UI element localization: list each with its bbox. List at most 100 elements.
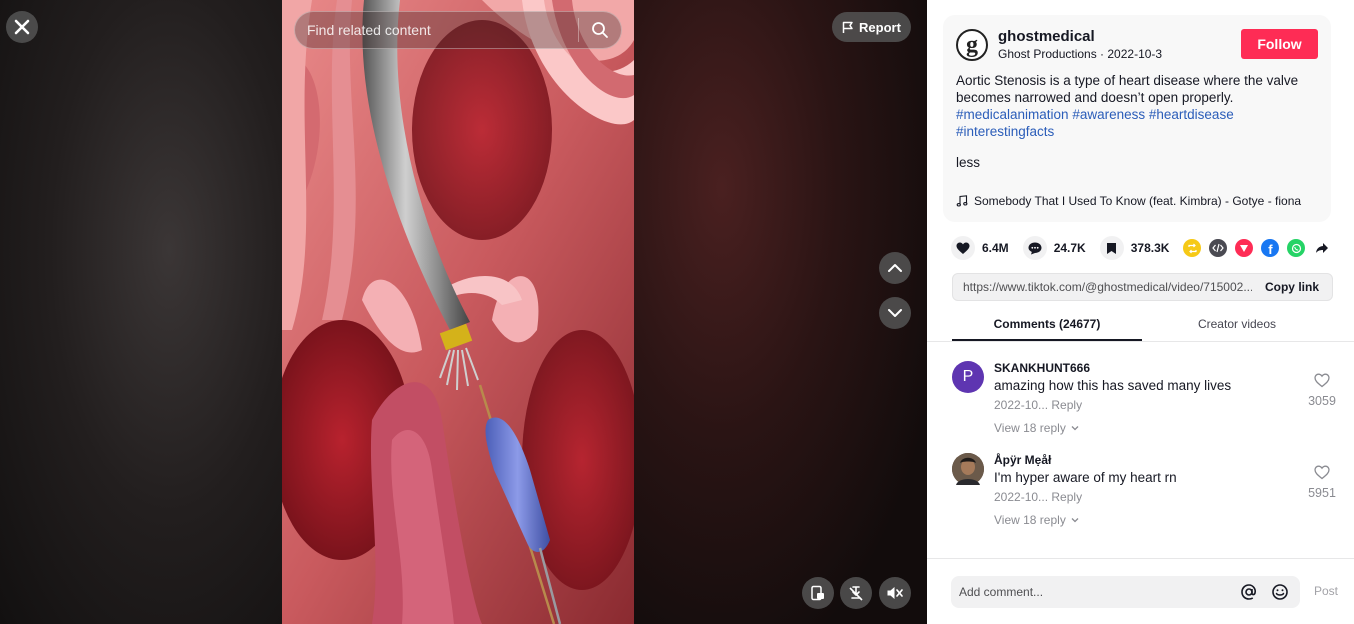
commenter-photo bbox=[952, 453, 984, 485]
hashtag-link[interactable]: #medicalanimation bbox=[956, 107, 1069, 122]
comment-like[interactable]: 5951 bbox=[1302, 465, 1342, 500]
like-action: 6.4M bbox=[951, 236, 1009, 260]
reply-button[interactable]: Reply bbox=[1051, 398, 1082, 412]
emoji-icon bbox=[1272, 584, 1288, 600]
heart-icon bbox=[956, 242, 970, 254]
comment-text: I'm hyper aware of my heart rn bbox=[994, 470, 1177, 485]
next-video-button[interactable] bbox=[879, 297, 911, 329]
video-blur-background-left bbox=[0, 0, 282, 624]
video-description-card: g ghostmedical Ghost Productions · 2022-… bbox=[943, 15, 1331, 222]
comment-count: 24.7K bbox=[1053, 241, 1086, 255]
comment-like[interactable]: 3059 bbox=[1302, 373, 1342, 408]
comment-date: 2022-10... bbox=[994, 398, 1049, 412]
search-button[interactable] bbox=[579, 12, 621, 48]
auto-scroll-button[interactable] bbox=[840, 577, 872, 609]
chevron-up-icon bbox=[888, 264, 902, 272]
like-button[interactable] bbox=[951, 236, 975, 260]
search-input[interactable] bbox=[295, 12, 578, 48]
flag-icon bbox=[842, 21, 853, 33]
save-button[interactable] bbox=[1099, 236, 1124, 260]
like-count: 6.4M bbox=[982, 241, 1009, 255]
facebook-icon[interactable]: f bbox=[1261, 239, 1280, 257]
mute-button[interactable] bbox=[879, 577, 911, 609]
chevron-down-icon bbox=[1071, 426, 1079, 431]
comment-composer bbox=[951, 576, 1300, 608]
mention-button[interactable] bbox=[1238, 581, 1260, 603]
comment-bubble-icon bbox=[1028, 242, 1042, 254]
commenter-avatar[interactable] bbox=[952, 453, 984, 485]
comment-like-count: 3059 bbox=[1308, 394, 1336, 408]
music-title: Somebody That I Used To Know (feat. Kimb… bbox=[974, 194, 1302, 208]
view-replies-button[interactable]: View 18 reply bbox=[994, 421, 1294, 435]
video-link-url[interactable]: https://www.tiktok.com/@ghostmedical/vid… bbox=[953, 280, 1252, 294]
author-avatar[interactable]: g bbox=[956, 29, 988, 61]
floating-player-button[interactable] bbox=[802, 577, 834, 609]
scroll-off-icon bbox=[849, 586, 863, 601]
hashtag-list: #medicalanimation #awareness #heartdisea… bbox=[956, 106, 1318, 140]
author-row: g ghostmedical Ghost Productions · 2022-… bbox=[956, 27, 1318, 63]
video-player[interactable] bbox=[282, 0, 634, 624]
comment-action: 24.7K bbox=[1022, 236, 1086, 260]
repost-icon[interactable] bbox=[1183, 239, 1202, 257]
picture-in-picture-icon bbox=[811, 585, 824, 601]
emoji-button[interactable] bbox=[1269, 581, 1291, 603]
author-info: ghostmedical Ghost Productions · 2022-10… bbox=[998, 28, 1241, 62]
reply-button[interactable]: Reply bbox=[1051, 490, 1082, 504]
heart-outline-icon bbox=[1314, 373, 1330, 388]
bookmark-icon bbox=[1107, 242, 1117, 254]
tabs-divider bbox=[927, 341, 1354, 342]
commenter-username[interactable]: Åpÿr Mẹåł bbox=[994, 453, 1294, 467]
video-stage: Report bbox=[0, 0, 927, 624]
comment-body: Åpÿr Mẹåł I'm hyper aware of my heart rn… bbox=[994, 453, 1294, 527]
report-label: Report bbox=[859, 19, 901, 35]
hashtag-link[interactable]: #heartdisease bbox=[1149, 107, 1234, 122]
comment-body: SKANKHUNT666 amazing how this has saved … bbox=[994, 361, 1294, 435]
commenter-username[interactable]: SKANKHUNT666 bbox=[994, 361, 1294, 375]
hashtag-link[interactable]: #interestingfacts bbox=[956, 124, 1054, 139]
tab-comments[interactable]: Comments (24677) bbox=[952, 308, 1142, 341]
side-panel: g ghostmedical Ghost Productions · 2022-… bbox=[927, 0, 1354, 624]
muted-speaker-icon bbox=[887, 587, 903, 599]
comment-text: amazing how this has saved many lives bbox=[994, 378, 1232, 393]
comment-button[interactable] bbox=[1022, 236, 1047, 260]
comment-meta: 2022-10... Reply bbox=[994, 490, 1294, 504]
less-button[interactable]: less bbox=[956, 155, 980, 170]
comment-like-count: 5951 bbox=[1308, 486, 1336, 500]
save-count: 378.3K bbox=[1130, 241, 1170, 255]
view-replies-label: View 18 reply bbox=[994, 513, 1066, 527]
at-sign-icon bbox=[1241, 584, 1256, 600]
report-button[interactable]: Report bbox=[832, 12, 911, 42]
previous-video-button[interactable] bbox=[879, 252, 911, 284]
search-bar bbox=[294, 11, 622, 49]
comment-date: 2022-10... bbox=[994, 490, 1049, 504]
add-comment-input[interactable] bbox=[951, 576, 1238, 608]
close-button[interactable] bbox=[6, 11, 38, 43]
video-frame-heart-valve bbox=[282, 0, 634, 624]
view-replies-button[interactable]: View 18 reply bbox=[994, 513, 1294, 527]
music-link[interactable]: Somebody That I Used To Know (feat. Kimb… bbox=[956, 194, 1318, 208]
tab-creator-videos[interactable]: Creator videos bbox=[1142, 308, 1332, 341]
copy-link-button[interactable]: Copy link bbox=[1252, 280, 1332, 294]
view-replies-label: View 18 reply bbox=[994, 421, 1066, 435]
whatsapp-icon[interactable] bbox=[1287, 239, 1306, 257]
embed-icon[interactable] bbox=[1209, 239, 1228, 257]
save-action: 378.3K bbox=[1099, 236, 1170, 260]
chevron-down-icon bbox=[1071, 518, 1079, 523]
post-button[interactable]: Post bbox=[1314, 584, 1338, 598]
follow-button[interactable]: Follow bbox=[1241, 29, 1318, 59]
panel-tabs: Comments (24677) Creator videos bbox=[952, 308, 1333, 341]
search-icon bbox=[592, 22, 608, 38]
composer-divider bbox=[927, 558, 1354, 559]
send-icon[interactable] bbox=[1235, 239, 1254, 257]
video-link-box: https://www.tiktok.com/@ghostmedical/vid… bbox=[952, 273, 1333, 301]
share-arrow-icon[interactable] bbox=[1313, 239, 1331, 257]
engagement-row: 6.4M 24.7K 378.3K f bbox=[951, 236, 1339, 260]
close-icon bbox=[14, 19, 30, 35]
author-username[interactable]: ghostmedical bbox=[998, 28, 1241, 46]
chevron-down-icon bbox=[888, 309, 902, 317]
comment-meta: 2022-10... Reply bbox=[994, 398, 1294, 412]
author-subtitle: Ghost Productions · 2022-10-3 bbox=[998, 47, 1163, 61]
hashtag-link[interactable]: #awareness bbox=[1072, 107, 1145, 122]
commenter-avatar[interactable]: P bbox=[952, 361, 984, 393]
music-note-icon bbox=[956, 195, 968, 207]
